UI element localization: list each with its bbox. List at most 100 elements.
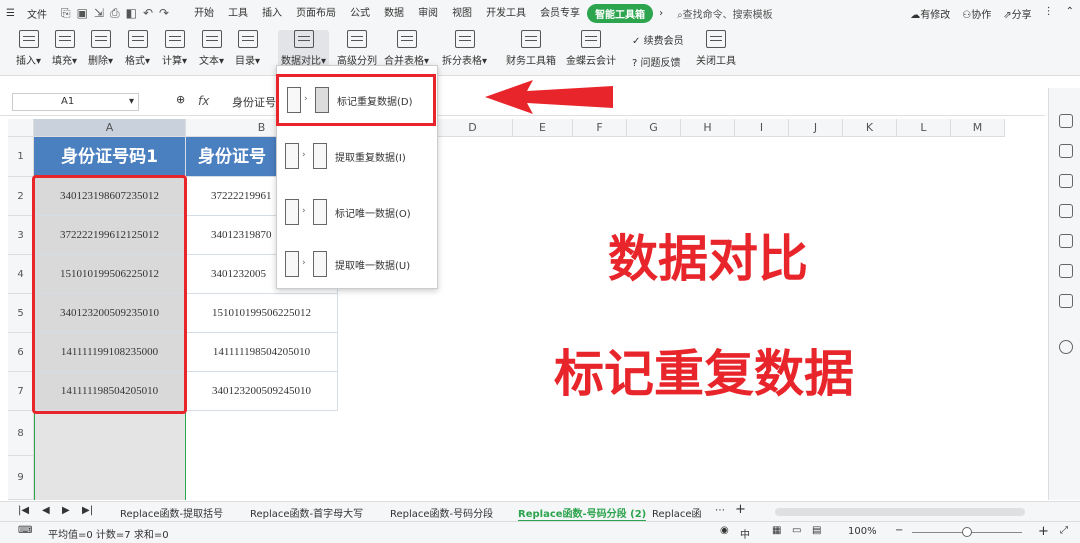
tab-formula[interactable]: 公式 <box>343 4 377 23</box>
format-painter-icon[interactable]: ⎘ <box>61 6 71 21</box>
menu-item-extract-unique[interactable]: › 提取唯一数据(U) <box>277 238 437 290</box>
file-menu[interactable]: 文件 <box>21 6 53 21</box>
vip-button[interactable]: ✓ 续费会员 <box>632 32 684 47</box>
save-icon[interactable]: ▣ <box>77 6 88 20</box>
toc-button[interactable]: 目录▾ <box>235 30 260 67</box>
tab-review[interactable]: 审阅 <box>411 4 445 23</box>
page-layout-icon[interactable]: ▭ <box>792 525 801 536</box>
last-sheet-icon[interactable]: ▶| <box>82 505 93 516</box>
sheet-tab-5[interactable]: Replace函 <box>652 505 702 520</box>
sheet-tab-4-active[interactable]: Replace函数-号码分段 (2) <box>518 505 647 522</box>
name-box[interactable]: A1 ▾ <box>12 93 139 111</box>
col-header-g[interactable]: G <box>627 119 681 137</box>
data-compare-button[interactable]: 数据对比▾ <box>278 30 330 67</box>
fill-button[interactable]: 填充▾ <box>52 30 77 67</box>
col-header-a[interactable]: A <box>34 119 186 137</box>
row-header-9[interactable]: 9 <box>8 456 34 500</box>
tab-home[interactable]: 开始 <box>187 4 221 23</box>
col-header-f[interactable]: F <box>573 119 627 137</box>
calculate-button[interactable]: 计算▾ <box>162 30 187 67</box>
col-header-d[interactable]: D <box>433 119 513 137</box>
tab-member[interactable]: 会员专享 <box>533 4 587 23</box>
sliders-icon[interactable] <box>1059 174 1073 188</box>
prev-sheet-icon[interactable]: ◀ <box>42 505 50 516</box>
tab-data[interactable]: 数据 <box>377 4 411 23</box>
fx-button[interactable]: fx <box>198 94 209 108</box>
row-header-2[interactable]: 2 <box>8 177 34 216</box>
insert-button[interactable]: 插入▾ <box>16 30 41 67</box>
select-all-corner[interactable] <box>8 119 34 137</box>
tab-insert[interactable]: 插入 <box>255 4 289 23</box>
first-sheet-icon[interactable]: |◀ <box>18 505 29 516</box>
cell-b6[interactable]: 141111198504205010 <box>186 333 338 372</box>
close-tools-button[interactable]: 关闭工具 <box>696 30 736 67</box>
zoom-in-icon[interactable]: + <box>1038 524 1049 539</box>
col-header-j[interactable]: J <box>789 119 843 137</box>
sheet-tab-3[interactable]: Replace函数-号码分段 <box>390 505 493 520</box>
tab-tools[interactable]: 工具 <box>221 4 255 23</box>
col-header-i[interactable]: I <box>735 119 789 137</box>
more-sheets-icon[interactable]: ⋯ <box>715 505 725 516</box>
next-sheet-icon[interactable]: ▶ <box>62 505 70 516</box>
cursor-icon[interactable] <box>1059 144 1073 158</box>
tab-smart-toolbox[interactable]: 智能工具箱 <box>587 3 654 23</box>
image-icon[interactable] <box>1059 234 1073 248</box>
zoom-level[interactable]: 100% <box>848 526 877 537</box>
sheet-tab-2[interactable]: Replace函数-首字母大写 <box>250 505 363 520</box>
cell-a1[interactable]: 身份证号码1 <box>34 137 186 177</box>
delete-button[interactable]: 删除▾ <box>88 30 113 67</box>
kingdee-button[interactable]: 金蝶云会计 <box>566 30 616 67</box>
add-sheet-icon[interactable]: + <box>735 502 746 517</box>
spreadsheet-grid[interactable]: A B C D E F G H I J K L M 1 2 3 4 5 6 7 … <box>8 119 1045 500</box>
row-header-4[interactable]: 4 <box>8 255 34 294</box>
input-method[interactable]: 中 <box>740 526 750 541</box>
row-header-8[interactable]: 8 <box>8 411 34 456</box>
collapse-icon[interactable]: ⌃ <box>1066 6 1074 21</box>
col-header-l[interactable]: L <box>897 119 951 137</box>
tab-view[interactable]: 视图 <box>445 4 479 23</box>
tab-developer[interactable]: 开发工具 <box>479 4 533 23</box>
menu-icon[interactable]: ☰ <box>0 8 21 19</box>
help-icon[interactable] <box>1059 340 1073 354</box>
preview-icon[interactable]: ◧ <box>126 6 137 20</box>
split-table-button[interactable]: 拆分表格▾ <box>442 30 487 67</box>
undo-icon[interactable]: ↶ <box>143 6 153 20</box>
cell-b7[interactable]: 340123200509245010 <box>186 372 338 411</box>
command-search[interactable]: ⌕查找命令、搜索模板 <box>677 6 773 21</box>
row-header-6[interactable]: 6 <box>8 333 34 372</box>
col-header-k[interactable]: K <box>843 119 897 137</box>
more-icon[interactable]: ⋮ <box>1044 6 1054 21</box>
share-button[interactable]: ⇗分享 <box>1003 6 1031 21</box>
location-icon[interactable] <box>1059 264 1073 278</box>
row-header-7[interactable]: 7 <box>8 372 34 411</box>
book-icon[interactable] <box>1059 294 1073 308</box>
zoom-slider-handle[interactable] <box>962 527 972 537</box>
text-button[interactable]: 文本▾ <box>199 30 224 67</box>
more-tabs-icon[interactable]: › <box>653 8 669 19</box>
macro-icon[interactable]: ⌨ <box>18 525 32 536</box>
export-icon[interactable]: ⇲ <box>94 6 104 20</box>
eye-icon[interactable]: ◉ <box>720 525 729 536</box>
normal-view-icon[interactable]: ▦ <box>772 525 781 536</box>
collaborate-button[interactable]: ⚇协作 <box>962 6 991 21</box>
redo-icon[interactable]: ↷ <box>159 6 169 20</box>
horizontal-scrollbar[interactable] <box>775 508 1025 516</box>
merge-table-button[interactable]: 合并表格▾ <box>384 30 429 67</box>
row-header-5[interactable]: 5 <box>8 294 34 333</box>
rocket-icon[interactable] <box>1059 114 1073 128</box>
cell-b5[interactable]: 151010199506225012 <box>186 294 338 333</box>
formula-input[interactable]: 身份证号 <box>232 94 276 110</box>
menu-item-mark-unique[interactable]: › 标记唯一数据(O) <box>277 186 437 238</box>
fullscreen-icon[interactable]: ⤢ <box>1060 525 1068 536</box>
col-header-e[interactable]: E <box>513 119 573 137</box>
feedback-button[interactable]: ? 问题反馈 <box>632 54 681 69</box>
finance-toolbox-button[interactable]: 财务工具箱 <box>506 30 556 67</box>
col-header-h[interactable]: H <box>681 119 735 137</box>
modified-status[interactable]: ☁有修改 <box>910 6 950 21</box>
row-header-1[interactable]: 1 <box>8 137 34 177</box>
row-header-3[interactable]: 3 <box>8 216 34 255</box>
menu-item-extract-duplicate[interactable]: › 提取重复数据(I) <box>277 130 437 182</box>
print-icon[interactable]: ⎙ <box>110 6 120 21</box>
advanced-split-button[interactable]: 高级分列 <box>337 30 377 67</box>
page-break-icon[interactable]: ▤ <box>812 525 821 536</box>
